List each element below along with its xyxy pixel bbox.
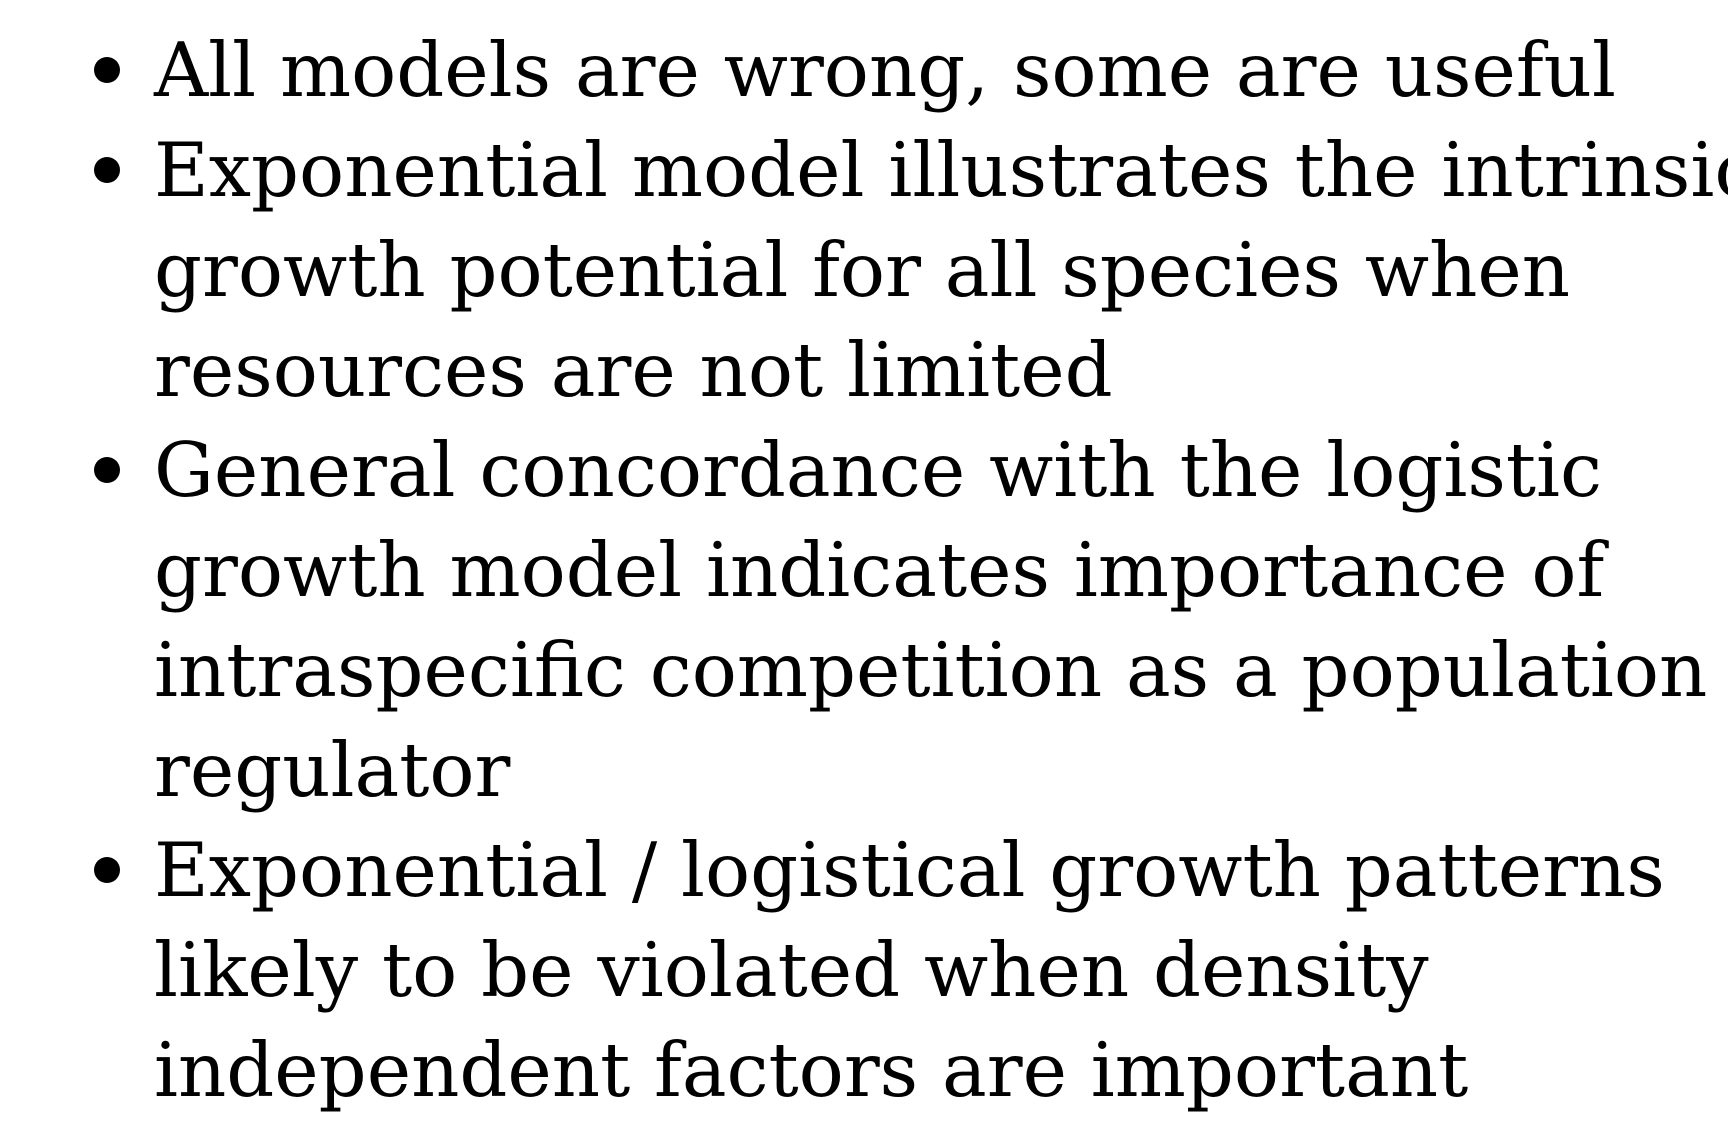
bullet-text-line: Exponential model illustrates the intrin… — [154, 126, 1728, 214]
slide: All models are wrong, some are useful Ex… — [0, 0, 1728, 1144]
bullet-text-line: General concordance with the logistic — [154, 426, 1602, 514]
bullet-item: All models are wrong, some are useful — [94, 20, 1694, 120]
bullet-text-line: growth model indicates importance of — [154, 526, 1605, 614]
bullet-text-line: independent factors are important — [154, 1026, 1469, 1114]
bullet-text-line: likely to be violated when density — [154, 926, 1429, 1014]
bullet-text-line: regulator — [154, 726, 511, 814]
bullet-dot-icon — [94, 857, 120, 883]
bullet-item: Exponential / logistical growth patterns… — [94, 820, 1694, 1120]
bullet-text-line: Exponential / logistical growth patterns — [154, 826, 1665, 914]
bullet-dot-icon — [94, 157, 120, 183]
bullet-text-line: intraspecific competition as a populatio… — [154, 626, 1708, 714]
bullet-list: All models are wrong, some are useful Ex… — [94, 20, 1728, 1120]
bullet-item: Exponential model illustrates the intrin… — [94, 120, 1728, 420]
bullet-dot-icon — [94, 457, 120, 483]
bullet-text-line: resources are not limited — [154, 326, 1113, 414]
bullet-item: General concordance with the logistic gr… — [94, 420, 1708, 820]
bullet-text-line: All models are wrong, some are useful — [154, 26, 1616, 114]
bullet-text-line: growth potential for all species when — [154, 226, 1571, 314]
bullet-dot-icon — [94, 57, 120, 83]
